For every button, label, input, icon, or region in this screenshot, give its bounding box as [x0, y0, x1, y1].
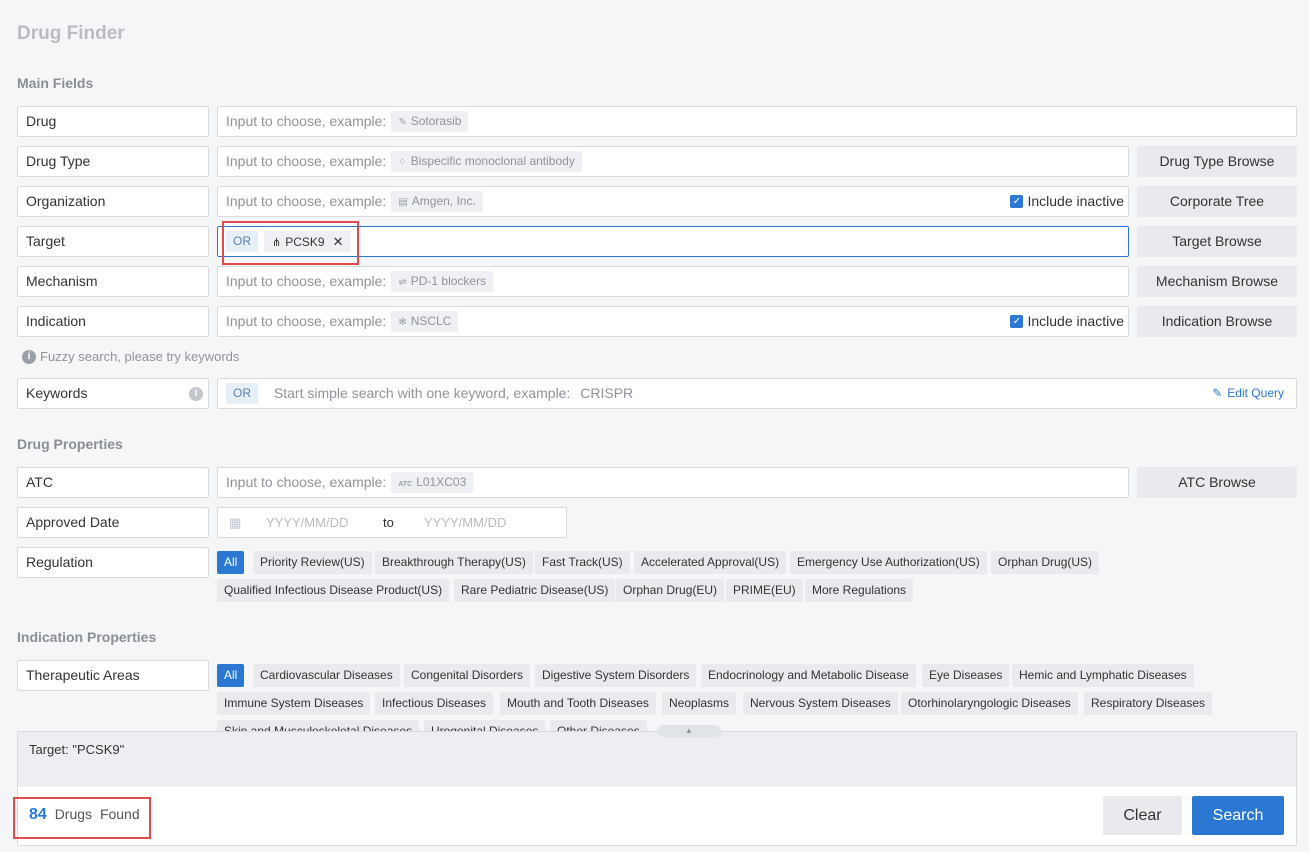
regulation-tag[interactable]: Orphan Drug(US): [991, 551, 1099, 574]
keywords-operator-toggle[interactable]: OR: [226, 383, 258, 404]
check-icon: ✓: [1010, 315, 1023, 328]
example-prefix: Input to choose, example:: [226, 474, 386, 490]
therapeutic-tag[interactable]: Nervous System Diseases: [743, 692, 898, 715]
date-to-input[interactable]: YYYY/MM/DD: [424, 508, 506, 537]
drug-label: Drug: [17, 106, 209, 137]
page-title: Drug Finder: [17, 23, 125, 45]
highlight-box-target: [222, 221, 359, 265]
organization-input[interactable]: Input to choose, example: ▤Amgen, Inc. ✓I…: [217, 186, 1129, 217]
organization-include-inactive-checkbox[interactable]: ✓Include inactive: [1010, 187, 1124, 216]
regulation-tag[interactable]: Rare Pediatric Disease(US): [454, 579, 615, 602]
therapeutic-tag-all[interactable]: All: [217, 664, 244, 687]
molecule-icon: ⁘: [398, 157, 406, 168]
indication-include-inactive-checkbox[interactable]: ✓Include inactive: [1010, 307, 1124, 336]
regulation-tag-all[interactable]: All: [217, 551, 244, 574]
example-prefix: Input to choose, example:: [226, 153, 386, 169]
therapeutic-tag[interactable]: Digestive System Disorders: [535, 664, 696, 687]
approved-date-label: Approved Date: [17, 507, 209, 538]
regulation-tag[interactable]: Emergency Use Authorization(US): [790, 551, 987, 574]
section-drug-properties: Drug Properties: [17, 436, 123, 452]
collapse-handle[interactable]: ▲: [657, 725, 721, 737]
query-summary: Target: "PCSK9": [29, 742, 124, 757]
building-icon: ▤: [398, 197, 407, 208]
drug-example-chip[interactable]: ✎Sotorasib: [391, 111, 468, 132]
calendar-icon: ▦: [229, 508, 241, 537]
atc-browse-button[interactable]: ATC Browse: [1137, 467, 1297, 498]
regulation-tag[interactable]: Qualified Infectious Disease Product(US): [217, 579, 449, 602]
mechanism-example-chip[interactable]: ⇌PD-1 blockers: [391, 271, 493, 292]
chevron-up-icon: ▲: [685, 726, 693, 735]
keywords-example: CRISPR: [580, 385, 633, 401]
virus-icon: ✻: [398, 317, 406, 328]
date-to-separator: to: [383, 508, 394, 537]
keywords-placeholder: Start simple search with one keyword, ex…: [274, 385, 570, 401]
check-icon: ✓: [1010, 195, 1023, 208]
target-label: Target: [17, 226, 209, 257]
organization-label: Organization: [17, 186, 209, 217]
section-indication-properties: Indication Properties: [17, 629, 156, 645]
fuzzy-search-hint: iFuzzy search, please try keywords: [22, 349, 239, 365]
therapeutic-tag[interactable]: Neoplasms: [662, 692, 736, 715]
info-icon[interactable]: i: [189, 387, 203, 401]
example-prefix: Input to choose, example:: [226, 113, 386, 129]
regulation-tag[interactable]: Breakthrough Therapy(US): [375, 551, 533, 574]
pill-icon: ✎: [398, 117, 406, 128]
regulation-tag[interactable]: Accelerated Approval(US): [634, 551, 786, 574]
highlight-box-count: [13, 797, 151, 839]
example-prefix: Input to choose, example:: [226, 273, 386, 289]
regulation-tag[interactable]: PRIME(EU): [726, 579, 803, 602]
pencil-icon: ✎: [1212, 386, 1222, 400]
example-prefix: Input to choose, example:: [226, 193, 386, 209]
search-button[interactable]: Search: [1192, 796, 1284, 835]
atc-icon: ATC: [398, 481, 412, 488]
therapeutic-tag[interactable]: Immune System Diseases: [217, 692, 370, 715]
therapeutic-tag[interactable]: Hemic and Lymphatic Diseases: [1012, 664, 1194, 687]
keywords-input[interactable]: OR Start simple search with one keyword,…: [217, 378, 1297, 409]
organization-example-chip[interactable]: ▤Amgen, Inc.: [391, 191, 482, 212]
therapeutic-tag[interactable]: Cardiovascular Diseases: [253, 664, 400, 687]
atc-input[interactable]: Input to choose, example: ATCL01XC03: [217, 467, 1129, 498]
indication-label: Indication: [17, 306, 209, 337]
corporate-tree-button[interactable]: Corporate Tree: [1137, 186, 1297, 217]
regulation-tag[interactable]: Fast Track(US): [535, 551, 630, 574]
approved-date-range: ▦ YYYY/MM/DD to YYYY/MM/DD: [217, 507, 567, 538]
indication-input[interactable]: Input to choose, example: ✻NSCLC ✓Include…: [217, 306, 1129, 337]
therapeutic-areas-label: Therapeutic Areas: [17, 660, 209, 691]
therapeutic-tag[interactable]: Eye Diseases: [922, 664, 1009, 687]
therapeutic-tag[interactable]: Congenital Disorders: [404, 664, 530, 687]
target-browse-button[interactable]: Target Browse: [1137, 226, 1297, 257]
therapeutic-tag[interactable]: Otorhinolaryngologic Diseases: [901, 692, 1078, 715]
date-from-input[interactable]: YYYY/MM/DD: [266, 508, 348, 537]
more-regulations-tag[interactable]: More Regulations: [805, 579, 913, 602]
indication-browse-button[interactable]: Indication Browse: [1137, 306, 1297, 337]
regulation-label: Regulation: [17, 547, 209, 578]
drug-input[interactable]: Input to choose, example: ✎Sotorasib: [217, 106, 1297, 137]
mechanism-input[interactable]: Input to choose, example: ⇌PD-1 blockers: [217, 266, 1129, 297]
atc-example-chip[interactable]: ATCL01XC03: [391, 472, 473, 493]
example-prefix: Input to choose, example:: [226, 313, 386, 329]
mechanism-browse-button[interactable]: Mechanism Browse: [1137, 266, 1297, 297]
drug-type-input[interactable]: Input to choose, example: ⁘Bispecific mon…: [217, 146, 1129, 177]
arrows-icon: ⇌: [398, 277, 406, 288]
atc-label: ATC: [17, 467, 209, 498]
therapeutic-tag[interactable]: Respiratory Diseases: [1084, 692, 1212, 715]
section-main-fields: Main Fields: [17, 75, 93, 91]
drug-type-browse-button[interactable]: Drug Type Browse: [1137, 146, 1297, 177]
regulation-tag[interactable]: Orphan Drug(EU): [616, 579, 724, 602]
edit-query-link[interactable]: ✎Edit Query: [1212, 379, 1284, 408]
therapeutic-tag[interactable]: Mouth and Tooth Diseases: [500, 692, 656, 715]
therapeutic-tag[interactable]: Endocrinology and Metabolic Disease: [701, 664, 916, 687]
regulation-tag[interactable]: Priority Review(US): [253, 551, 372, 574]
drug-type-example-chip[interactable]: ⁘Bispecific monoclonal antibody: [391, 151, 581, 172]
clear-button[interactable]: Clear: [1103, 796, 1182, 835]
indication-example-chip[interactable]: ✻NSCLC: [391, 311, 458, 332]
keywords-label: Keywords i: [17, 378, 209, 409]
therapeutic-tag[interactable]: Infectious Diseases: [375, 692, 493, 715]
mechanism-label: Mechanism: [17, 266, 209, 297]
drug-type-label: Drug Type: [17, 146, 209, 177]
info-icon: i: [22, 350, 36, 364]
